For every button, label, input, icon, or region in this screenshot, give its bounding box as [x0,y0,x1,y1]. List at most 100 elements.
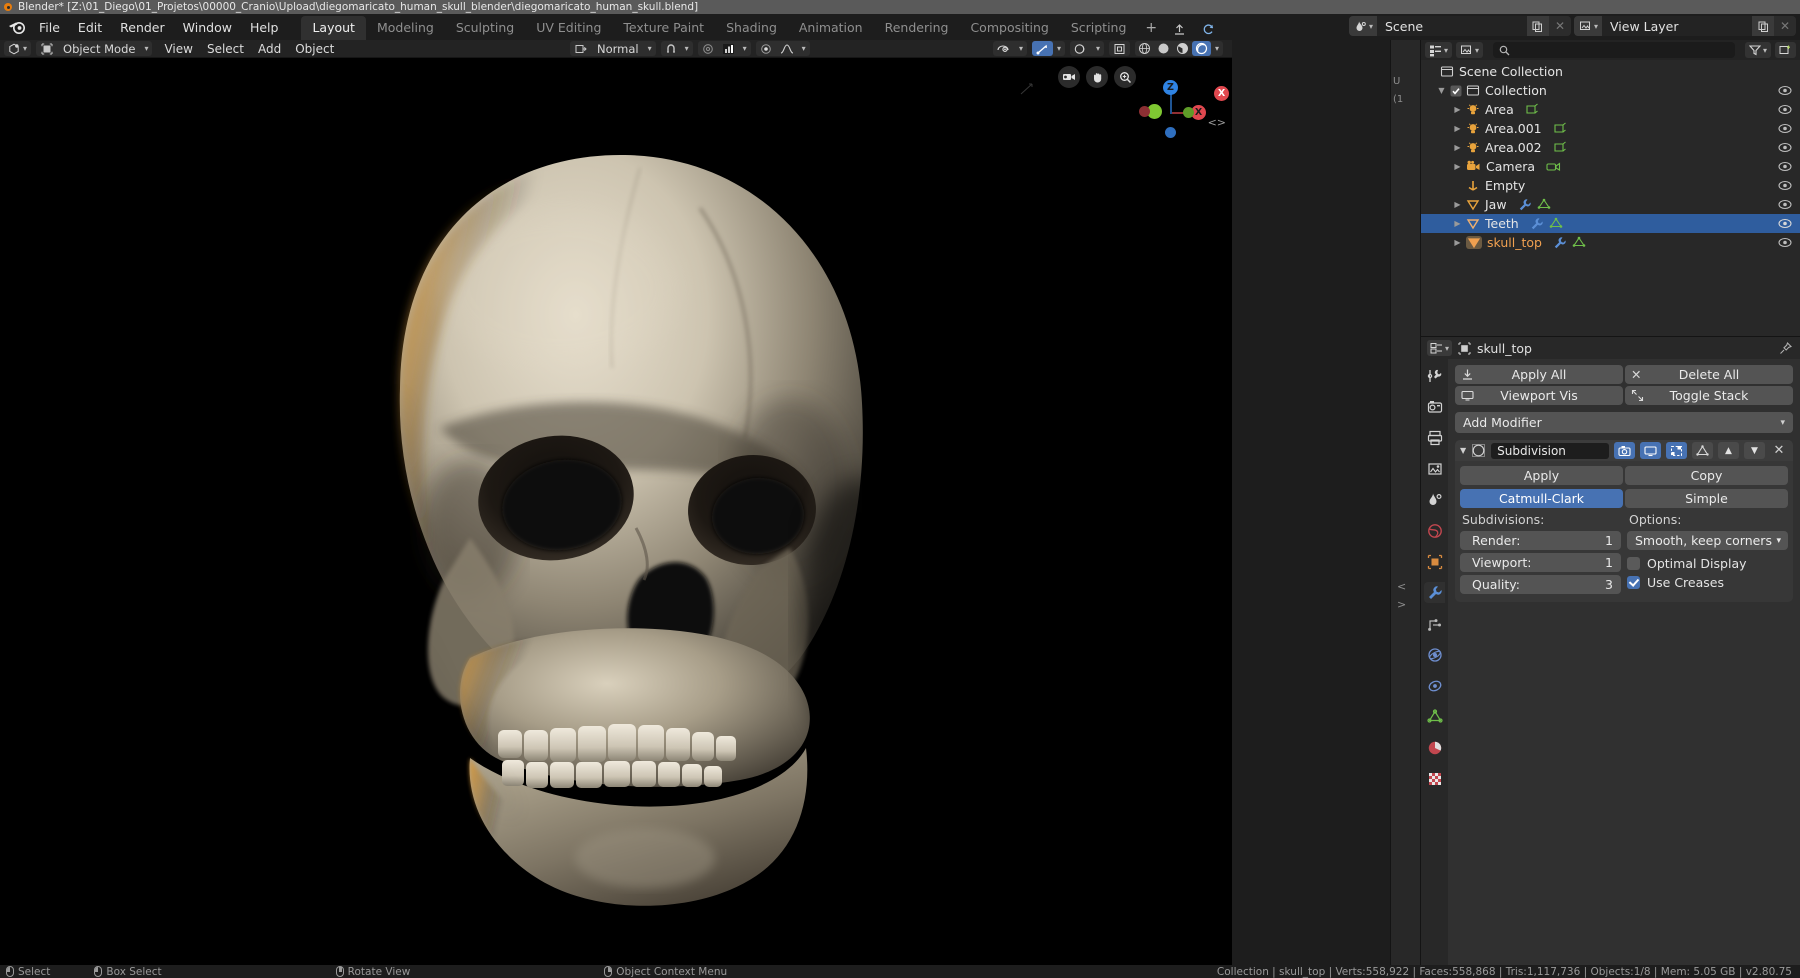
xray-icon[interactable] [1109,41,1130,56]
properties-tab-rail[interactable] [1421,359,1448,965]
falloff-chevron-down-icon[interactable]: ▾ [798,41,810,56]
tab-physics-icon[interactable] [1424,644,1445,665]
outliner-row-area-001[interactable]: ▶ Area.001 [1421,119,1800,138]
tab-sculpting[interactable]: Sculpting [445,16,525,40]
optimal-display-checkbox[interactable] [1627,557,1640,570]
sidebar-tab-item[interactable]: U [1393,76,1400,87]
gizmo-axis-z-neg[interactable] [1165,127,1176,138]
viewport-menu-add[interactable]: Add [251,41,288,57]
gizmo-axis-z[interactable]: Z [1163,80,1178,95]
tab-scene-icon[interactable] [1424,489,1445,510]
outliner-row-teeth[interactable]: ▶ Teeth [1421,214,1800,233]
collection-visibility-eye-icon[interactable] [1778,85,1792,96]
apply-all-button[interactable]: Apply All [1455,365,1623,384]
shading-chevron-down-icon[interactable]: ▾ [1211,41,1223,56]
new-view-layer-button[interactable] [1752,16,1774,36]
viewport-menu-select[interactable]: Select [200,41,251,57]
toggle-stack-button[interactable]: Toggle Stack [1625,386,1793,405]
outliner-search-input[interactable] [1493,42,1735,58]
tab-world-icon[interactable] [1424,520,1445,541]
jaw-disclosure-triangle-icon[interactable]: ▶ [1451,200,1464,209]
modifier-copy-button[interactable]: Copy [1625,466,1788,485]
tab-object-icon[interactable] [1424,551,1445,572]
viewport-sidebar-toggle[interactable]: <> [1208,116,1226,129]
tab-compositing[interactable]: Compositing [959,16,1059,40]
3d-viewport[interactable]: ▾ Object Mode ▾ View Select Add Object N… [0,40,1232,965]
gizmo-axis-y[interactable] [1183,107,1194,118]
tab-texture-icon[interactable] [1424,768,1445,789]
skulltop-visibility-eye-icon[interactable] [1778,237,1792,248]
xray-toggle[interactable] [1108,41,1130,56]
teeth-visibility-eye-icon[interactable] [1778,218,1792,229]
viewport-vis-button[interactable]: Viewport Vis [1455,386,1623,405]
magnet-icon[interactable] [661,41,681,56]
menu-window[interactable]: Window [174,17,241,38]
tab-modifier-icon[interactable] [1424,582,1445,603]
shading-wireframe-icon[interactable] [1135,41,1154,56]
camera-view-icon[interactable] [1058,66,1080,88]
shading-material-preview-icon[interactable] [1173,41,1192,56]
snap-target-chevron-down-icon[interactable]: ▾ [739,41,751,56]
mode-chevron-down-icon[interactable]: ▾ [140,41,152,56]
tab-texture-paint[interactable]: Texture Paint [612,16,715,40]
tab-render-icon[interactable] [1424,396,1445,417]
area002-visibility-eye-icon[interactable] [1778,142,1792,153]
falloff-curve-icon[interactable] [776,41,798,56]
outliner-row-camera[interactable]: ▶ Camera [1421,157,1800,176]
delete-all-button[interactable]: ✕ Delete All [1625,365,1793,384]
properties-editor-type-icon[interactable]: ▾ [1427,340,1453,356]
properties-editor[interactable]: ▾ skull_top Apply All ✕ Delete All Viewp… [1420,336,1800,965]
viewport-menu-object[interactable]: Object [288,41,341,57]
visibility-chevron-down-icon[interactable]: ▾ [1015,41,1027,56]
outliner-display-mode-icon[interactable]: ▾ [1456,42,1484,58]
tab-layout[interactable]: Layout [301,16,366,40]
tab-rendering[interactable]: Rendering [874,16,960,40]
tab-uv-editing[interactable]: UV Editing [525,16,612,40]
viewport-subdivisions-field[interactable]: Viewport: 1 [1460,553,1621,572]
area-disclosure-triangle-icon[interactable]: ▶ [1451,105,1464,114]
outliner-row-jaw[interactable]: ▶ Jaw [1421,195,1800,214]
snap-target-icon[interactable] [718,41,739,56]
object-mode-label[interactable]: Object Mode [58,41,140,56]
transform-orientation-selector[interactable]: Normal ▾ [570,41,656,56]
snapping-group[interactable]: ▾ [660,41,693,56]
gizmo-chevron-down-icon[interactable]: ▾ [1053,41,1065,56]
proportional-editing-group[interactable]: ▾ [697,41,751,56]
outliner-row-skull-top[interactable]: ▶ skull_top [1421,233,1800,252]
use-creases-row[interactable]: Use Creases [1627,573,1788,592]
new-scene-button[interactable] [1526,16,1549,36]
overlays-group[interactable]: ▾ [1069,41,1104,56]
gizmo-axis-x-neg[interactable] [1139,106,1150,117]
menu-help[interactable]: Help [241,17,288,38]
camera-visibility-eye-icon[interactable] [1778,161,1792,172]
menu-render[interactable]: Render [111,17,174,38]
modifier-show-render-icon[interactable] [1614,442,1635,459]
editor-type-3d-viewport-icon[interactable]: ▾ [4,41,31,56]
view-layer-name[interactable]: View Layer [1602,16,1752,36]
view-layer-selector[interactable]: ▾ View Layer ✕ [1573,16,1796,36]
render-subdivisions-field[interactable]: Render: 1 [1460,531,1621,550]
editor-type-selector[interactable]: ▾ [4,41,32,56]
add-modifier-dropdown[interactable]: Add Modifier ▾ [1455,412,1793,433]
modifier-apply-button[interactable]: Apply [1460,466,1623,485]
modifier-move-down-button[interactable]: ▼ [1744,442,1765,459]
outliner-row-area[interactable]: ▶ Area [1421,100,1800,119]
modifier-remove-button[interactable]: ✕ [1770,443,1788,458]
remove-view-layer-button[interactable]: ✕ [1774,16,1796,36]
menu-edit[interactable]: Edit [69,17,111,38]
outliner-filter-icon[interactable]: ▾ [1744,42,1771,58]
modifier-show-on-cage-icon[interactable] [1692,442,1713,459]
outliner-tree[interactable]: Scene Collection ▼ Collection ▶ Area ▶ A… [1421,60,1800,252]
tab-modeling[interactable]: Modeling [366,16,445,40]
tab-shading[interactable]: Shading [715,16,788,40]
scene-name[interactable]: Scene [1376,16,1527,36]
unlink-scene-button[interactable]: ✕ [1548,16,1571,36]
viewport-3d-scene[interactable] [0,58,1232,965]
optimal-display-row[interactable]: Optimal Display [1627,554,1788,573]
sidebar-collapse-arrow[interactable]: > [1397,598,1406,611]
sidebar-expand-arrow[interactable]: < [1397,580,1406,593]
viewport-axis-gizmo[interactable]: Z X [1136,70,1206,140]
simple-button[interactable]: Simple [1625,489,1788,508]
outliner-row-area-002[interactable]: ▶ Area.002 [1421,138,1800,157]
mode-icon[interactable] [36,41,58,56]
